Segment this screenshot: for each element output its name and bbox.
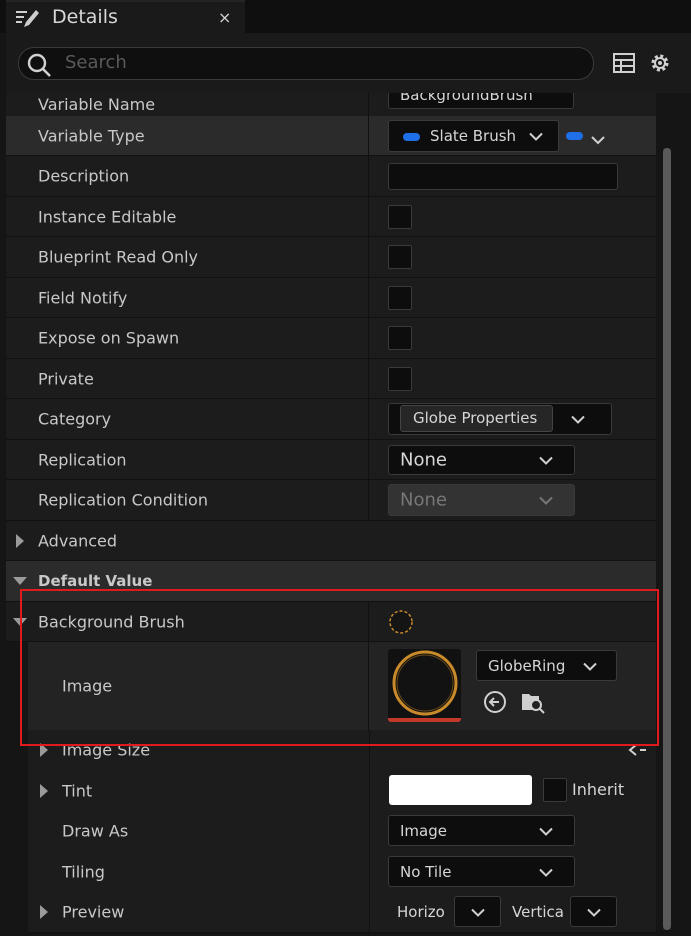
chevron-down-icon [539,491,553,510]
expand-arrow-icon[interactable] [40,783,48,798]
chevron-down-icon [587,902,601,921]
inherit-label: Inherit [572,780,625,799]
draw-as-dropdown[interactable]: Image [388,815,575,846]
instance-editable-checkbox[interactable] [388,204,412,229]
variable-type-label: Variable Type [38,126,145,145]
variable-name-field[interactable]: BackgroundBrush [388,93,574,109]
expand-arrow-icon[interactable] [40,743,48,757]
row-preview: Preview Horizo Vertica [28,892,656,933]
replication-dropdown[interactable]: None [388,445,575,475]
row-image: Image GlobeRing [28,642,656,731]
category-dropdown[interactable]: Globe Properties [388,403,612,435]
blueprint-read-only-checkbox[interactable] [388,245,412,269]
row-field-notify: Field Notify [6,278,656,318]
row-draw-as: Draw As Image [28,811,656,852]
row-replication-condition: Replication Condition None [6,480,656,521]
image-asset-thumbnail[interactable] [388,649,461,722]
description-field[interactable] [388,163,618,190]
row-blueprint-read-only: Blueprint Read Only [6,237,656,278]
tiling-dropdown[interactable]: No Tile [388,856,575,887]
chevron-down-icon [539,451,553,470]
expand-arrow-icon[interactable] [40,905,48,919]
search-placeholder: Search [65,52,127,73]
row-tint: Tint Inherit [28,770,656,812]
table-view-icon[interactable] [612,51,636,79]
private-checkbox[interactable] [388,366,412,391]
row-instance-editable: Instance Editable [6,197,656,237]
gear-icon[interactable] [648,51,672,79]
container-type-icon [566,132,583,140]
reset-to-default-icon[interactable] [628,742,648,762]
scrollbar-thumb[interactable] [663,148,671,930]
browse-asset-icon[interactable] [520,690,546,718]
image-asset-dropdown[interactable]: GlobeRing [476,650,617,681]
collapse-arrow-icon[interactable] [13,577,27,585]
chevron-down-icon [583,656,597,675]
pencil-icon [14,7,40,33]
row-category: Category Globe Properties [6,399,656,440]
field-notify-checkbox[interactable] [388,285,412,310]
replication-condition-dropdown: None [388,484,575,516]
row-background-brush: Background Brush [6,602,656,642]
variable-type-dropdown[interactable]: Slate Brush [388,120,559,152]
horizontal-alignment-label: Horizo [397,903,445,921]
globe-ring-thumbnail-icon [388,650,461,722]
expose-on-spawn-checkbox[interactable] [388,326,412,350]
section-default-value[interactable]: Default Value [6,561,656,602]
collapse-arrow-icon[interactable] [13,617,27,626]
row-tiling: Tiling No Tile [28,851,656,893]
close-icon[interactable]: × [218,8,231,27]
vertical-alignment-label: Vertica [512,903,564,921]
category-text-field[interactable]: Globe Properties [400,405,553,432]
expand-arrow-icon[interactable] [16,533,24,548]
search-input[interactable]: Search [18,47,594,80]
chevron-down-icon [571,410,585,429]
chevron-down-icon [539,821,553,840]
horizontal-alignment-dropdown[interactable] [454,896,501,927]
pin-type-icon [403,133,420,141]
chevron-down-icon [591,130,605,149]
row-description: Description [6,156,656,197]
search-icon [27,53,53,83]
row-expose-on-spawn: Expose on Spawn [6,318,656,359]
search-row: Search [6,33,691,93]
tint-color-swatch[interactable] [389,775,532,805]
brush-preview-thumbnail [388,609,414,639]
row-advanced[interactable]: Advanced [6,521,656,561]
row-replication: Replication None [6,440,656,480]
properties-list[interactable]: Variable Name BackgroundBrush Variable T… [6,93,656,936]
use-selected-asset-icon[interactable] [483,690,507,718]
chevron-down-icon [529,127,543,146]
chevron-down-icon [471,902,485,921]
inherit-checkbox[interactable] [543,778,567,802]
tab-bar: Details × [0,0,691,33]
tab-title: Details [52,6,118,28]
row-variable-type: Variable Type Slate Brush [6,116,656,156]
chevron-down-icon [539,862,553,881]
container-type-button[interactable] [566,128,606,145]
vertical-alignment-dropdown[interactable] [570,896,617,927]
row-variable-name: Variable Name BackgroundBrush [6,93,656,117]
row-image-size[interactable]: Image Size [28,730,656,771]
row-private: Private [6,359,656,399]
tab-details[interactable]: Details × [6,0,245,33]
variable-name-label: Variable Name [38,95,156,114]
